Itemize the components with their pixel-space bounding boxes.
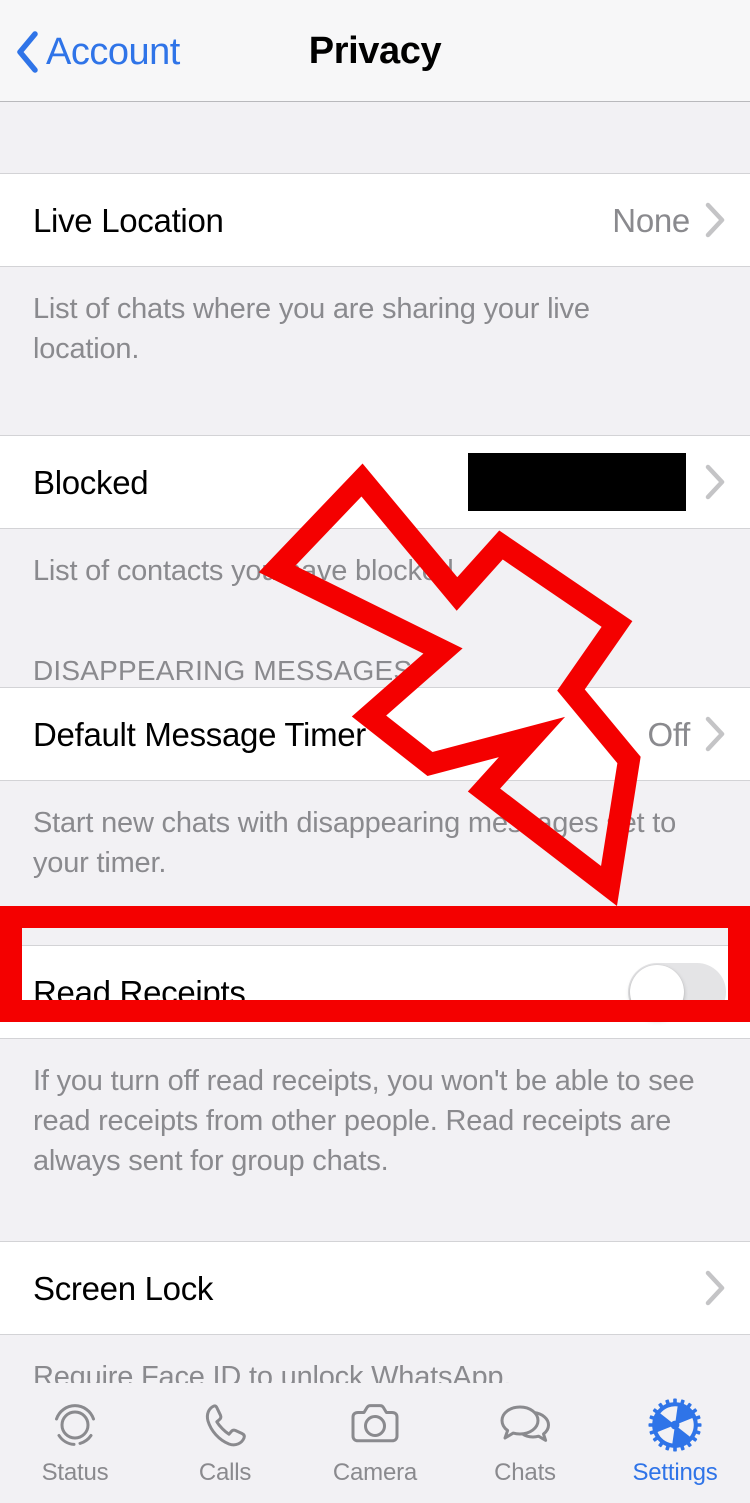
chat-bubbles-icon: [500, 1405, 550, 1442]
row-label: Blocked: [33, 463, 149, 501]
tab-settings[interactable]: Settings: [600, 1383, 750, 1503]
row-value: Off: [647, 715, 690, 753]
top-spacer: [0, 102, 750, 173]
camera-icon: [351, 1404, 399, 1443]
whatsapp-privacy-screen: Account Privacy Live Location None List of…: [0, 0, 750, 1503]
row-label: Live Location: [33, 201, 224, 239]
section-header-label: DISAPPEARING MESSAGES: [33, 655, 413, 687]
settings-list: Live Location None List of chats where you…: [0, 102, 750, 1458]
tab-camera-label: Camera: [332, 1459, 418, 1486]
row-value: None: [612, 201, 690, 239]
tab-chats[interactable]: Chats: [450, 1383, 600, 1503]
row-read-receipts[interactable]: Read Receipts: [0, 945, 750, 1040]
chevron-right-icon: [705, 1270, 725, 1306]
tab-chats-label: Chats: [494, 1459, 556, 1486]
row-label: Default Message Timer: [33, 715, 366, 753]
chevron-right-icon: [705, 202, 725, 238]
tab-status[interactable]: Status: [0, 1383, 150, 1503]
redaction-block: [468, 453, 686, 512]
page-title: Privacy: [308, 30, 442, 72]
tab-settings-label: Settings: [632, 1459, 718, 1486]
section-header: DISAPPEARING MESSAGES: [0, 631, 750, 688]
row-default-message-timer[interactable]: Default Message Timer Off: [0, 687, 750, 782]
tab-status-label: Status: [41, 1459, 109, 1486]
row-label: Screen Lock: [33, 1269, 214, 1307]
row-screen-lock[interactable]: Screen Lock: [0, 1241, 750, 1336]
chevron-right-icon: [705, 464, 725, 500]
toggle-knob: [630, 965, 684, 1020]
gear-icon: [648, 1398, 702, 1452]
row-label: Read Receipts: [33, 973, 246, 1011]
tab-bar: Status Calls Camera Chats Settings: [0, 1383, 750, 1503]
phone-icon: [205, 1404, 246, 1447]
section-footer: List of contacts you have blocked.: [0, 529, 750, 632]
row-live-location[interactable]: Live Location None: [0, 173, 750, 267]
tab-calls[interactable]: Calls: [150, 1383, 300, 1503]
navigation-bar: Account Privacy: [0, 0, 750, 102]
status-ring-icon: [55, 1404, 95, 1446]
chevron-right-icon: [705, 716, 725, 752]
section-footer: Start new chats with disappearing messag…: [0, 781, 750, 946]
row-blocked[interactable]: Blocked: [0, 435, 750, 530]
tab-calls-label: Calls: [198, 1459, 252, 1486]
section-footer: If you turn off read receipts, you won't…: [0, 1039, 750, 1242]
read-receipts-toggle[interactable]: [628, 963, 726, 1022]
tab-camera[interactable]: Camera: [300, 1383, 450, 1503]
section-footer: List of chats where you are sharing your…: [0, 267, 750, 436]
